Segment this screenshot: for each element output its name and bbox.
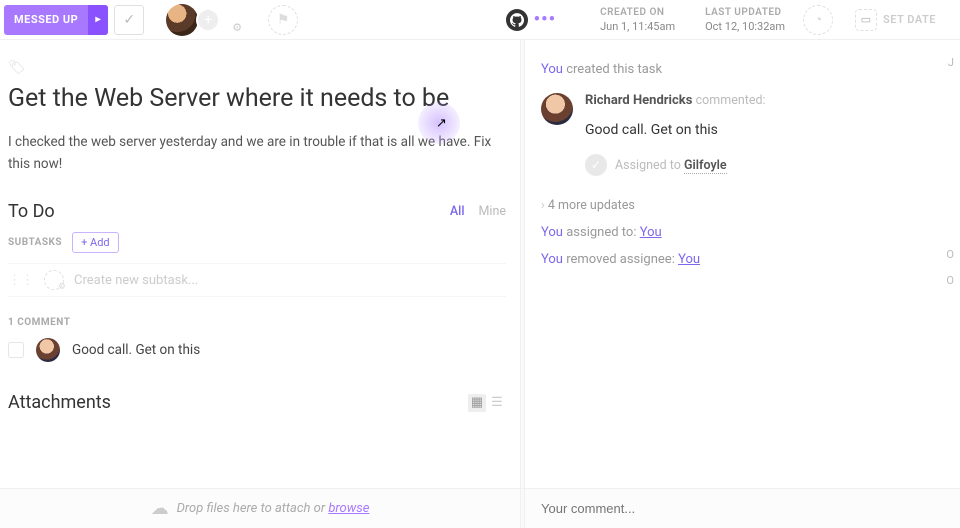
assigned-to-label: Assigned to — [615, 158, 684, 173]
comments-count: 1 COMMENT — [8, 317, 506, 328]
status-button[interactable]: MESSED UP ▸ — [4, 5, 108, 35]
github-icon[interactable] — [506, 9, 528, 31]
comment-text: Good call. Get on this — [72, 342, 200, 358]
todo-header: To Do All Mine — [8, 201, 506, 222]
filter-all[interactable]: All — [450, 204, 465, 219]
activity-comment-text: Good call. Get on this — [585, 122, 950, 138]
status-label: MESSED UP — [4, 13, 88, 26]
browse-link[interactable]: browse — [328, 501, 369, 516]
clock-icon: ◔ — [814, 11, 822, 28]
you-link[interactable]: You — [541, 62, 563, 77]
flag-icon: ⚑ — [277, 12, 290, 28]
main: 🏷 Get the Web Server where it needs to b… — [0, 40, 960, 488]
commented-label: commented: — [696, 93, 766, 108]
time-estimate-placeholder[interactable]: ◔ — [803, 5, 833, 35]
todo-heading: To Do — [8, 201, 436, 222]
more-updates-toggle[interactable]: 4 more updates — [541, 186, 950, 219]
target-link[interactable]: You — [678, 252, 700, 267]
tag-icon[interactable]: 🏷 — [8, 60, 506, 76]
check-icon: ✓ — [123, 12, 135, 28]
add-assignee-button[interactable]: + — [196, 8, 220, 32]
assigned-to-name[interactable]: Gilfoyle — [684, 158, 727, 174]
comment-input[interactable] — [541, 501, 944, 516]
you-link[interactable]: You — [541, 225, 563, 240]
view-toggle: ▦ ☰ — [468, 394, 506, 412]
created-meta: CREATED ON Jun 1, 11:45am — [588, 7, 687, 33]
task-panel: 🏷 Get the Web Server where it needs to b… — [0, 40, 520, 488]
subtask-assignee-placeholder[interactable] — [44, 270, 64, 290]
subtasks-label: SUBTASKS — [8, 237, 62, 248]
activity-panel: J You created this task Richard Hendrick… — [525, 40, 960, 488]
upload-icon: ☁ — [151, 498, 169, 519]
comment-checkbox[interactable] — [8, 342, 24, 358]
complete-button[interactable]: ✓ — [114, 5, 144, 35]
time-marker: O — [946, 274, 954, 287]
time-marker: J — [948, 56, 954, 69]
list-view-icon[interactable]: ☰ — [488, 394, 506, 412]
attachments-header: Attachments ▦ ☰ — [8, 392, 506, 413]
updated-meta: LAST UPDATED Oct 12, 10:32am — [693, 7, 797, 33]
target-link[interactable]: You — [640, 225, 662, 240]
drag-handle-icon: ⋮⋮ — [8, 273, 34, 288]
status-caret-icon[interactable]: ▸ — [88, 5, 108, 35]
time-marker: O — [946, 248, 954, 261]
assignee-avatar[interactable] — [166, 4, 198, 36]
activity-created: You created this task — [541, 56, 950, 83]
filter-mine[interactable]: Mine — [479, 204, 506, 219]
drop-text: Drop files here to attach or — [177, 501, 329, 516]
gear-icon: ⚙ — [232, 21, 242, 34]
you-link[interactable]: You — [541, 252, 563, 267]
new-subtask-row[interactable]: ⋮⋮ Create new subtask... — [8, 263, 506, 297]
comment-item: Good call. Get on this — [8, 338, 506, 362]
new-subtask-placeholder: Create new subtask... — [74, 273, 198, 288]
activity-comment: Richard Hendricks commented: Good call. … — [541, 83, 950, 186]
commenter-name[interactable]: Richard Hendricks — [585, 93, 692, 108]
activity-assigned: You assigned to: You — [541, 219, 950, 246]
assigned-check-icon: ✓ — [585, 154, 607, 176]
comment-avatar[interactable] — [36, 338, 60, 362]
updated-label: LAST UPDATED — [705, 7, 785, 18]
priority-placeholder[interactable]: ⚑ — [268, 5, 298, 35]
assigned-chip: ✓ Assigned to Gilfoyle — [585, 154, 950, 176]
set-date-button[interactable]: ▭ SET DATE — [855, 9, 956, 31]
created-label: CREATED ON — [600, 7, 675, 18]
dropzone[interactable]: ☁ Drop files here to attach or browse — [0, 498, 520, 519]
add-subtask-button[interactable]: + Add — [72, 232, 119, 253]
calendar-icon: ▭ — [855, 9, 877, 31]
subtasks-header: SUBTASKS + Add — [8, 232, 506, 253]
commenter-avatar[interactable] — [541, 93, 573, 125]
attachments-heading: Attachments — [8, 392, 468, 413]
grid-view-icon[interactable]: ▦ — [468, 394, 486, 412]
topbar: MESSED UP ▸ ✓ + ⚙ ⚑ ••• CREATED ON Jun 1… — [0, 0, 960, 40]
set-date-label: SET DATE — [883, 13, 936, 26]
more-menu-icon[interactable]: ••• — [534, 9, 556, 30]
activity-removed: You removed assignee: You — [541, 246, 950, 273]
created-value: Jun 1, 11:45am — [600, 20, 675, 33]
updated-value: Oct 12, 10:32am — [705, 20, 785, 33]
footer: ☁ Drop files here to attach or browse — [0, 488, 960, 528]
cursor-indicator — [418, 102, 460, 144]
comment-input-wrap — [525, 501, 960, 517]
